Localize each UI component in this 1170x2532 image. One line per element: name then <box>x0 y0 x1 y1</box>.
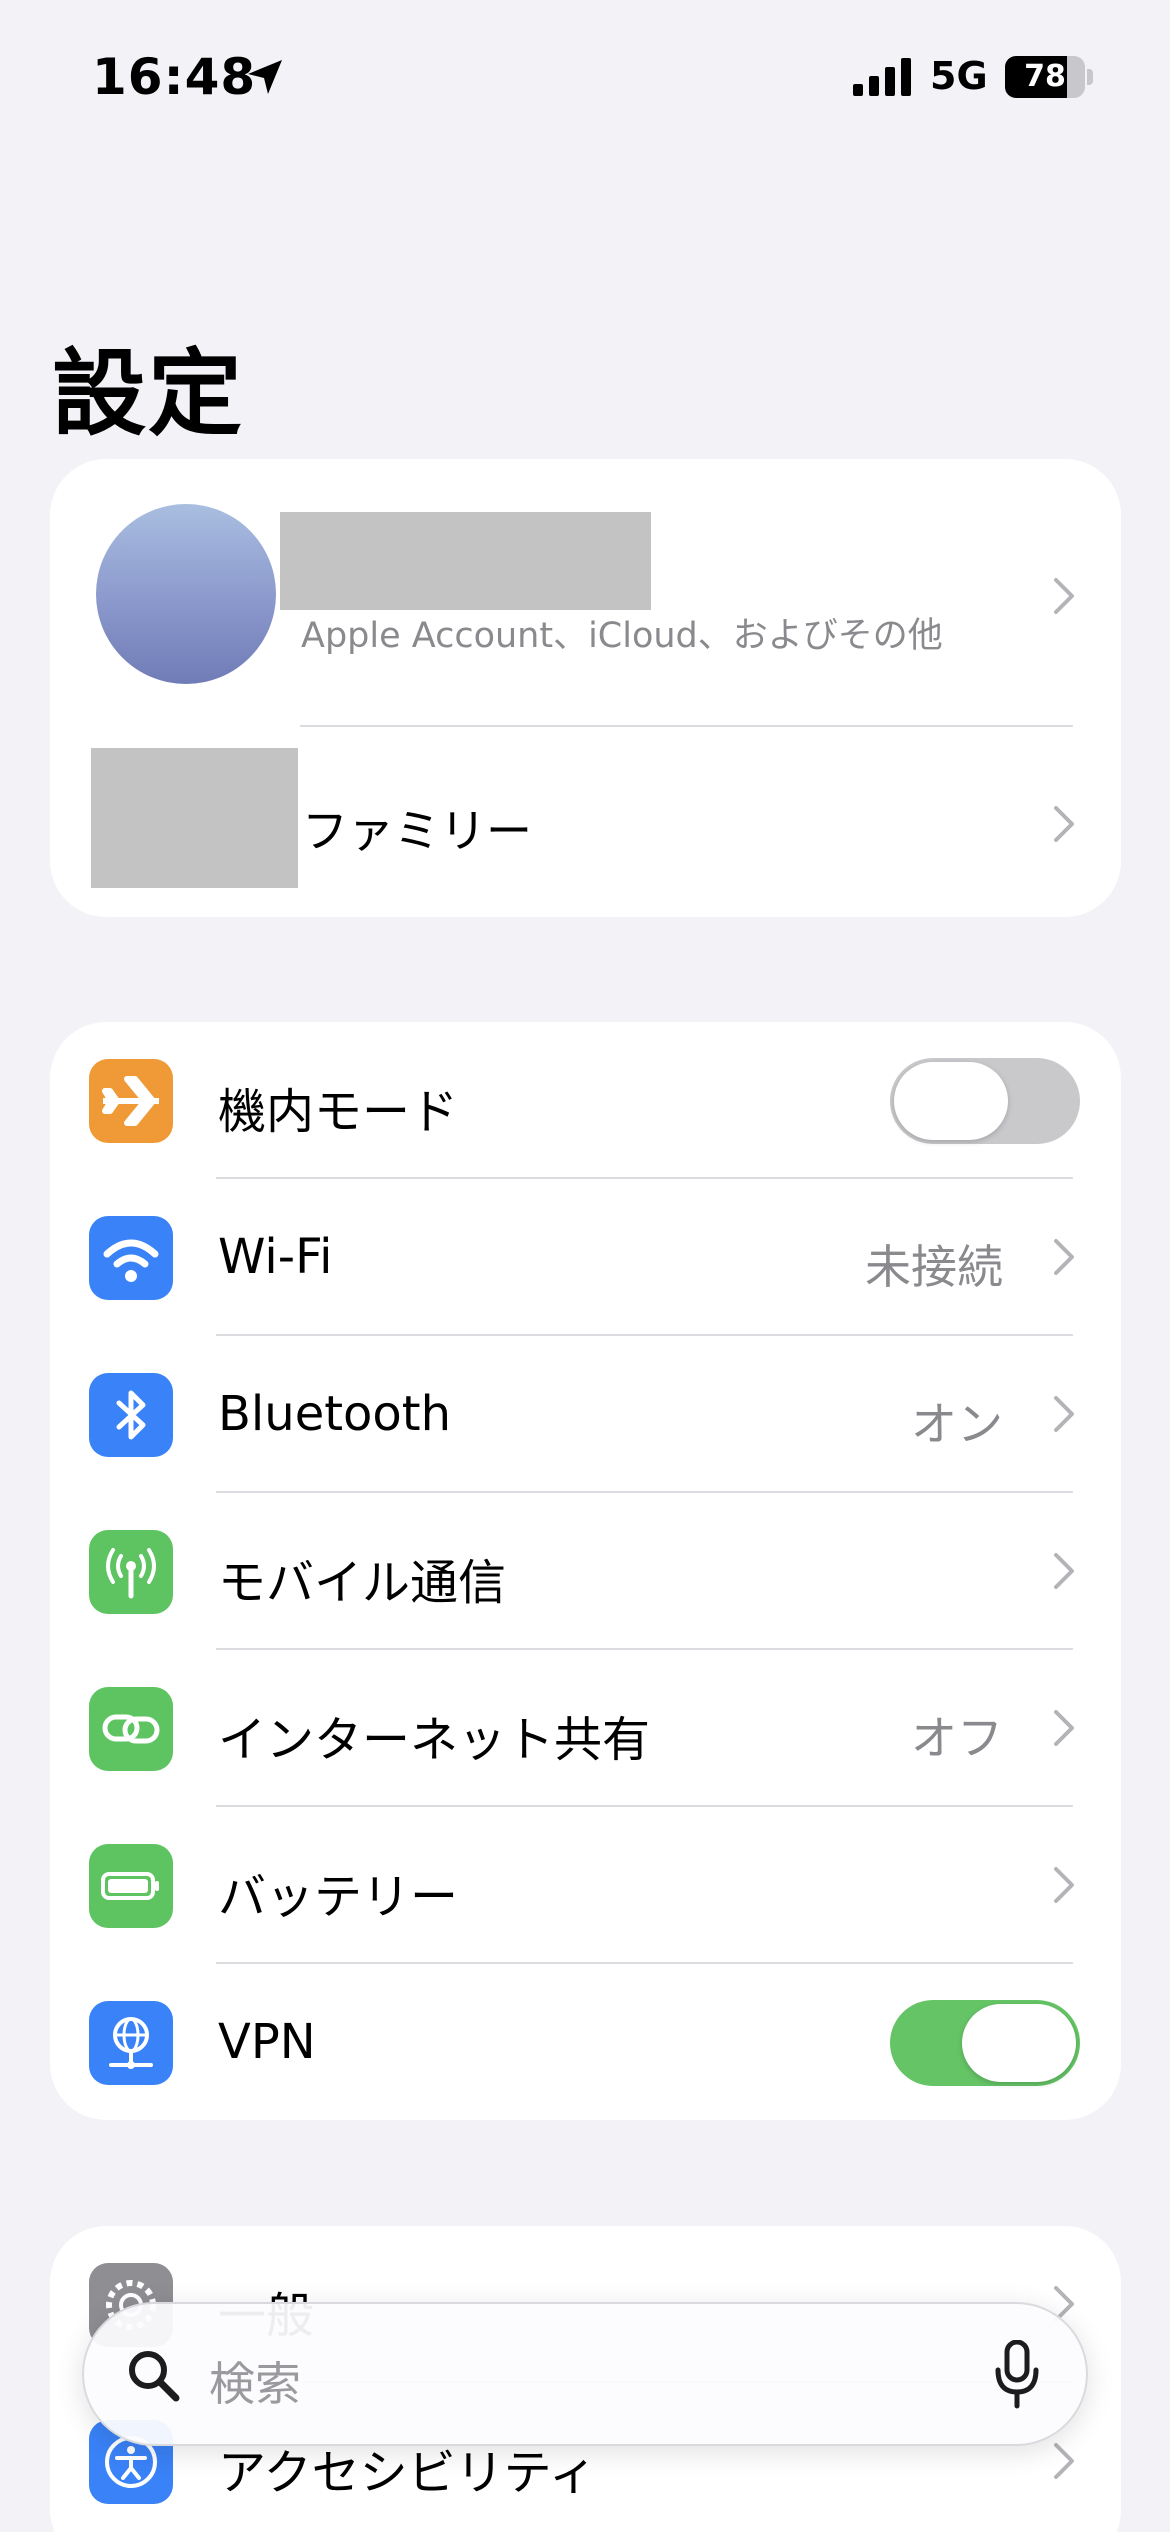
chevron-right-icon <box>1054 1396 1074 1432</box>
family-label[interactable]: ファミリー <box>302 795 532 861</box>
personal-hotspot-status-value: オフ <box>911 1711 1003 1765</box>
battery-icon <box>101 1872 159 1900</box>
redacted-account-name <box>280 512 651 610</box>
search-icon <box>129 2351 180 2402</box>
link-icon-tile <box>89 1687 173 1771</box>
wifi-icon <box>103 1239 159 1282</box>
link-icon <box>102 1714 160 1744</box>
account-card: Apple Account、iCloud、およびその他 ファミリー <box>50 459 1121 917</box>
connectivity-card: 機内モード Wi-Fi 未接続 Bluetooth オン モバイル通信 インター… <box>50 1022 1121 2120</box>
status-time: 16:48 <box>92 48 257 106</box>
chevron-right-icon <box>1054 578 1074 614</box>
chevron-right-icon <box>1054 1710 1074 1746</box>
search-input[interactable]: 検索 <box>209 2348 301 2414</box>
battery-icon-tile <box>89 1844 173 1928</box>
cellular-signal-icon <box>853 58 911 96</box>
chevron-right-icon <box>1054 2443 1074 2479</box>
personal-hotspot-label: インターネット共有 <box>218 1712 651 1768</box>
row-vpn[interactable]: VPN <box>50 1964 1121 2120</box>
battery-label: バッテリー <box>218 1869 459 1925</box>
row-personal-hotspot[interactable]: インターネット共有 オフ <box>50 1650 1121 1807</box>
toggle-knob <box>962 2004 1076 2082</box>
row-airplane-mode[interactable]: 機内モード <box>50 1022 1121 1179</box>
bluetooth-icon <box>116 1390 146 1440</box>
antenna-icon-tile <box>89 1530 173 1614</box>
cellular-label: モバイル通信 <box>218 1555 507 1611</box>
chevron-right-icon <box>1054 1553 1074 1589</box>
airplane-mode-label: 機内モード <box>218 1084 459 1140</box>
airplane-mode-toggle[interactable] <box>890 1058 1080 1144</box>
search-bar[interactable]: 検索 <box>82 2302 1088 2446</box>
microphone-icon[interactable] <box>992 2340 1042 2410</box>
avatar[interactable] <box>96 504 276 684</box>
row-bluetooth[interactable]: Bluetooth オン <box>50 1336 1121 1493</box>
chevron-right-icon <box>1054 1867 1074 1903</box>
vpn-toggle[interactable] <box>890 2000 1080 2086</box>
settings-screen: 16:48 5G 78 設定 Apple Account、iCloud、およびそ… <box>0 0 1170 2532</box>
network-type: 5G <box>930 54 988 98</box>
status-bar: 16:48 5G 78 <box>0 0 1170 150</box>
antenna-icon <box>106 1548 156 1599</box>
chevron-right-icon <box>1054 806 1074 842</box>
wifi-label: Wi-Fi <box>218 1229 333 1285</box>
page-title: 設定 <box>52 340 245 449</box>
wifi-icon-tile <box>89 1216 173 1300</box>
globe-network-icon <box>109 2017 153 2069</box>
battery-percent: 78 <box>1024 59 1066 94</box>
airplane-icon-tile <box>89 1059 173 1143</box>
wifi-status-value: 未接続 <box>865 1240 1003 1294</box>
row-wifi[interactable]: Wi-Fi 未接続 <box>50 1179 1121 1336</box>
bluetooth-status-value: オン <box>911 1397 1003 1451</box>
battery-indicator: 78 <box>1005 56 1093 98</box>
bluetooth-label: Bluetooth <box>218 1386 452 1442</box>
toggle-knob <box>894 1062 1008 1140</box>
airplane-icon <box>102 1076 159 1126</box>
chevron-right-icon <box>1054 1239 1074 1275</box>
redacted-family-avatars <box>91 748 298 888</box>
row-battery[interactable]: バッテリー <box>50 1807 1121 1964</box>
globe-network-icon-tile <box>89 2001 173 2085</box>
vpn-label: VPN <box>218 2014 316 2070</box>
bluetooth-icon-tile <box>89 1373 173 1457</box>
row-cellular[interactable]: モバイル通信 <box>50 1493 1121 1650</box>
location-arrow-icon <box>248 60 282 94</box>
separator <box>300 725 1073 727</box>
account-subtitle[interactable]: Apple Account、iCloud、およびその他 <box>301 607 943 658</box>
